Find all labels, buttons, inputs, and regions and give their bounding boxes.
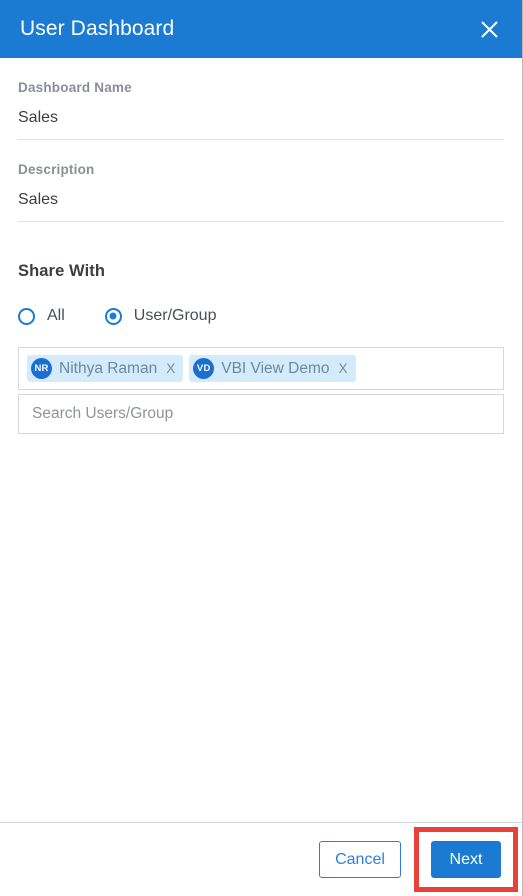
description-input[interactable]: Sales [18,191,504,222]
radio-label-user-group: User/Group [133,307,217,324]
user-chip-label: Nithya Raman [59,359,158,377]
next-button-highlight: Next [414,827,518,892]
user-chip[interactable]: NR Nithya Raman X [27,355,184,382]
dialog-body: Dashboard Name Sales Description Sales S… [0,58,522,434]
radio-option-user-group[interactable]: User/Group [104,307,217,325]
search-users-group-input[interactable]: Search Users/Group [18,394,504,434]
avatar: VD [193,358,215,379]
remove-chip-icon[interactable]: X [166,361,175,376]
dashboard-name-input[interactable]: Sales [18,109,504,140]
radio-option-all[interactable]: All [18,307,65,325]
next-button[interactable]: Next [431,841,501,878]
radio-label-all: All [47,307,65,324]
avatar: NR [31,358,52,379]
selected-users-container: NR Nithya Raman X VD VBI View Demo X [18,347,504,390]
user-chip-label: VBI View Demo [221,359,330,377]
search-input-placeholder: Search Users/Group [32,405,174,422]
radio-icon-all [18,307,35,325]
share-with-radio-group: All User/Group [18,307,504,325]
page-title: User Dashboard [20,17,175,40]
user-dashboard-dialog: User Dashboard Dashboard Name Sales Desc… [0,0,523,896]
user-chip[interactable]: VD VBI View Demo X [189,355,356,382]
description-field: Description Sales [18,140,504,222]
radio-icon-user-group [104,307,122,325]
close-icon[interactable] [472,12,506,46]
dialog-header: User Dashboard [0,0,522,58]
dialog-footer: Cancel Next [0,822,522,896]
dashboard-name-field: Dashboard Name Sales [18,58,504,140]
dashboard-name-label: Dashboard Name [18,80,132,95]
remove-chip-icon[interactable]: X [339,361,348,376]
cancel-button[interactable]: Cancel [319,841,401,878]
description-label: Description [18,162,95,177]
share-with-heading: Share With [18,262,106,280]
